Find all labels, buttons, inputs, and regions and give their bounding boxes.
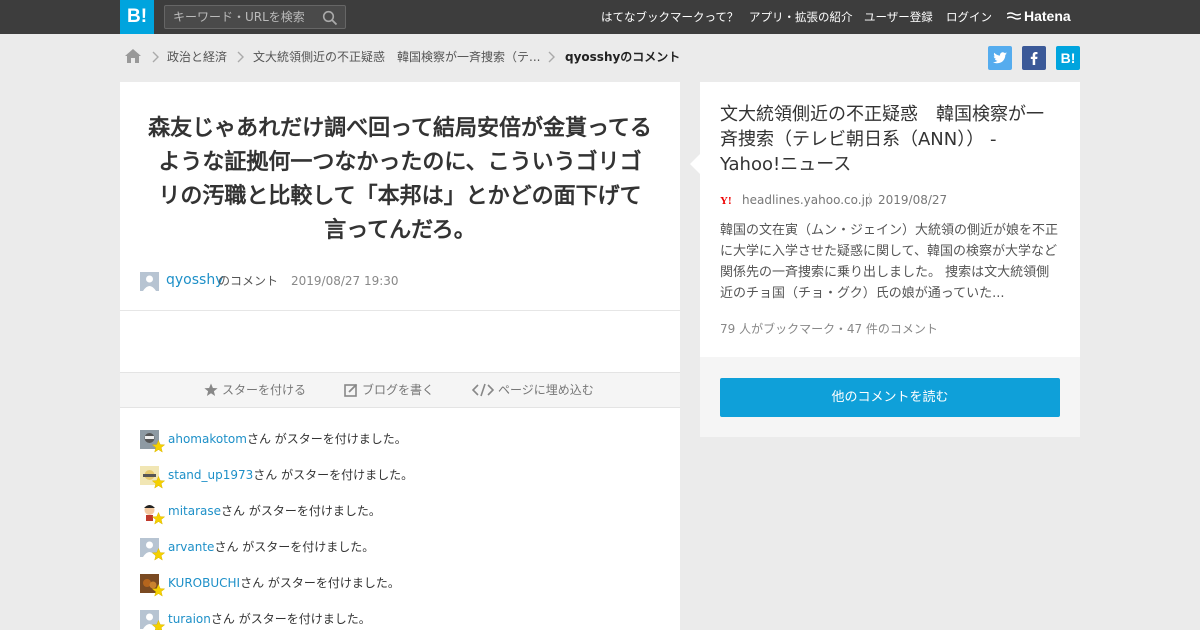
default-user-icon [140,272,159,291]
star-username[interactable]: stand_up1973 [168,468,253,482]
star-username[interactable]: turaion [168,612,211,626]
star-username[interactable]: KUROBUCHI [168,576,240,590]
hatena-share-button[interactable]: B! [1056,46,1080,70]
star-icon [152,584,165,597]
comment-card: 森友じゃあれだけ調べ回って結局安倍が金貰ってるような証拠何一つなかったのに、こう… [120,82,680,630]
star-message: さん がスターを付けました。 [221,504,381,518]
search-input[interactable] [173,9,313,25]
entry-counts[interactable]: 79 人がブックマーク・47 件のコメント [720,320,938,337]
star-message: さん がスターを付けました。 [240,576,400,590]
star-message: さん がスターを付けました。 [210,612,371,626]
card-pointer [690,154,700,174]
comment-meta: qyosshy のコメント 2019/08/27 19:30 [140,271,540,291]
nav-register[interactable]: ユーザー登録 [864,0,933,34]
comment-date[interactable]: 2019/08/27 19:30 [291,271,399,291]
star-username[interactable]: arvante [168,540,214,554]
top-bar: B! はてなブックマークって？ アプリ・拡張の紹介 ユーザー登録 ログイン Ha… [0,0,1200,34]
entry-title[interactable]: 文大統領側近の不正疑惑 韓国検察が一斉捜索（テレビ朝日系（ANN）） - Yah… [720,102,1060,177]
entry-date: 2019/08/27 [878,193,948,207]
home-icon[interactable] [124,48,142,64]
add-star-label: スターを付ける [222,383,307,397]
hatena-brand-label: Hatena [1024,8,1071,24]
star-icon [152,620,165,630]
facebook-icon [1030,52,1038,65]
nav-apps[interactable]: アプリ・拡張の紹介 [749,0,853,34]
svg-text:Y!: Y! [720,195,732,205]
search-box[interactable] [164,5,346,29]
star-icon [204,383,218,396]
avatar[interactable] [140,272,159,291]
hatena-wave-icon [1007,12,1021,20]
divider [869,193,870,206]
edit-icon [344,383,358,397]
search-icon[interactable] [322,10,338,26]
star-icon [152,548,165,561]
twitter-share-button[interactable] [988,46,1012,70]
breadcrumb-category[interactable]: 政治と経済 [167,46,227,68]
add-star-button[interactable]: スターを付ける [204,373,306,407]
comment-label: のコメント [218,274,279,288]
entry-summary: 韓国の文在寅（ムン・ジェイン）大統領の側近が娘を不正に大学に入学させた疑惑に関し… [720,223,1059,301]
star-icon [152,476,165,489]
breadcrumb: 政治と経済 文大統領側近の不正疑惑 韓国検察が一斉捜索（テ... qyosshy… [120,46,680,68]
breadcrumb-entry[interactable]: 文大統領側近の不正疑惑 韓国検察が一斉捜索（テ... [253,46,540,68]
nav-login[interactable]: ログイン [946,0,992,34]
embed-button[interactable]: ページに埋め込む [471,373,594,407]
write-blog-button[interactable]: ブログを書く [344,373,434,407]
chevron-right-icon [152,51,159,63]
star-message: さん がスターを付けました。 [214,540,375,554]
star-message: さん がスターを付けました。 [253,468,414,482]
star-username[interactable]: ahomakotom [168,432,247,446]
write-blog-label: ブログを書く [362,383,435,397]
hatena-brand[interactable]: Hatena [1007,0,1071,34]
action-bar: スターを付ける ブログを書く ページに埋め込む [120,372,680,408]
star-icon [152,512,165,525]
hatena-bookmark-logo[interactable]: B! [120,0,154,34]
star-username[interactable]: mitarase [168,504,221,518]
star-icon [152,440,165,453]
nav-about[interactable]: はてなブックマークって？ [601,0,738,34]
code-icon [471,383,495,396]
entry-card: 文大統領側近の不正疑惑 韓国検察が一斉捜索（テレビ朝日系（ANN）） - Yah… [690,82,1080,357]
divider [120,310,680,311]
facebook-share-button[interactable] [1022,46,1046,70]
breadcrumb-current: qyosshyのコメント [565,50,681,64]
read-more-comments-button[interactable]: 他のコメントを読む [720,378,1060,417]
yahoo-icon: Y! [720,195,732,205]
comment-username[interactable]: qyosshy [166,270,223,290]
entry-card-footer: 他のコメントを読む [700,357,1080,437]
twitter-icon [993,52,1007,64]
chevron-right-icon [237,51,244,63]
chevron-right-icon [548,51,555,63]
embed-label: ページに埋め込む [498,383,594,397]
comment-body: 森友じゃあれだけ調べ回って結局安倍が金貰ってるような証拠何一つなかったのに、こう… [148,116,652,243]
entry-domain[interactable]: headlines.yahoo.co.jp [742,192,873,208]
star-message: さん がスターを付けました。 [246,432,407,446]
